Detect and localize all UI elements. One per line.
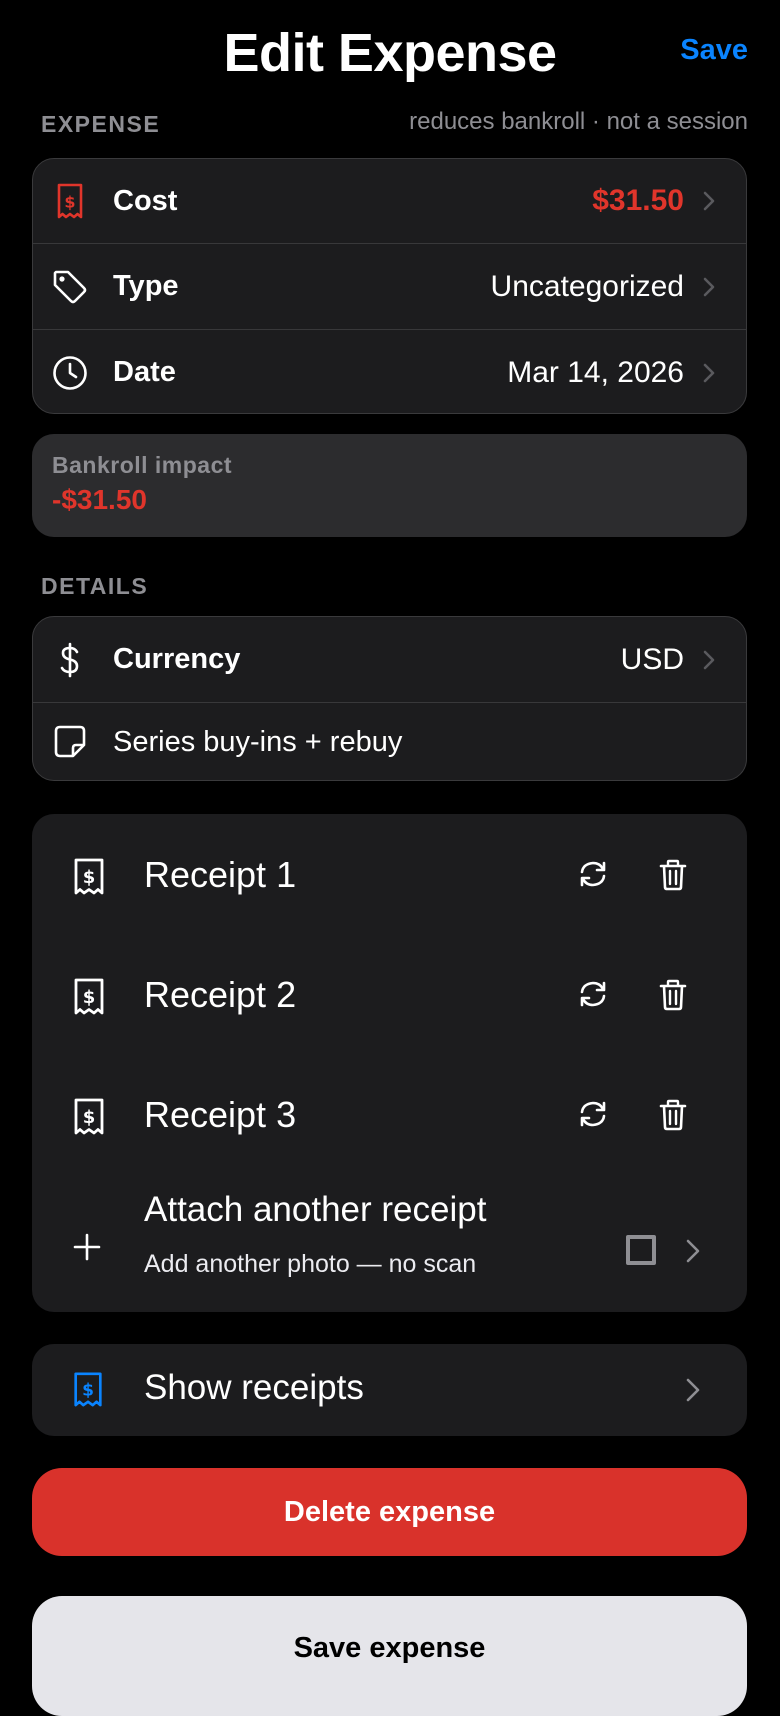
currency-value: USD bbox=[620, 642, 684, 676]
svg-text:$: $ bbox=[64, 193, 75, 212]
receipt-icon: $ bbox=[70, 1096, 108, 1136]
section-label-details: DETAILS bbox=[41, 573, 149, 599]
page-title: Edit Expense bbox=[223, 23, 557, 83]
save-expense-button[interactable]: Save expense bbox=[32, 1596, 747, 1716]
receipt-label: Receipt 2 bbox=[144, 974, 297, 1015]
delete-expense-button[interactable]: Delete expense bbox=[32, 1468, 747, 1556]
note-icon bbox=[51, 723, 89, 761]
nav-save-button[interactable]: Save bbox=[680, 34, 748, 67]
details-card: Currency USD Series buy-ins + rebuy bbox=[32, 616, 747, 781]
type-value: Uncategorized bbox=[490, 269, 684, 303]
replace-receipt-icon[interactable] bbox=[577, 978, 609, 1010]
cost-label: Cost bbox=[113, 184, 178, 217]
trash-icon[interactable] bbox=[658, 978, 688, 1012]
chevron-right-icon bbox=[702, 649, 716, 671]
bankroll-impact-card: Bankroll impact -$31.50 bbox=[32, 434, 747, 537]
cost-value: $31.50 bbox=[592, 184, 684, 217]
attach-receipt-title: Attach another receipt bbox=[144, 1190, 487, 1229]
chevron-right-icon bbox=[702, 276, 716, 298]
svg-text:$: $ bbox=[83, 867, 96, 888]
svg-text:$: $ bbox=[83, 1107, 96, 1128]
chevron-right-icon bbox=[702, 362, 716, 384]
bankroll-impact-label: Bankroll impact bbox=[52, 452, 233, 478]
section-label-expense: EXPENSE bbox=[41, 111, 161, 137]
currency-label: Currency bbox=[113, 643, 241, 675]
svg-text:$: $ bbox=[83, 987, 96, 1008]
currency-row[interactable]: Currency USD bbox=[33, 617, 746, 703]
attach-receipt-row[interactable]: Attach another receipt Add another photo… bbox=[32, 1190, 747, 1312]
expense-card: $ Cost $31.50 Type Uncategorized Date Ma… bbox=[32, 158, 747, 414]
square-icon bbox=[626, 1235, 656, 1265]
replace-receipt-icon[interactable] bbox=[577, 858, 609, 890]
show-receipts-row[interactable]: $ Show receipts bbox=[32, 1344, 747, 1436]
svg-text:$: $ bbox=[82, 1381, 94, 1401]
receipt-icon: $ bbox=[70, 856, 108, 896]
date-label: Date bbox=[113, 356, 176, 388]
plus-icon bbox=[72, 1232, 102, 1262]
note-text: Series buy-ins + rebuy bbox=[113, 725, 403, 758]
trash-icon[interactable] bbox=[658, 1098, 688, 1132]
receipt-row[interactable]: $ Receipt 3 bbox=[32, 1054, 747, 1174]
bankroll-impact-value: -$31.50 bbox=[52, 484, 147, 515]
section-note-expense: reduces bankroll · not a session bbox=[409, 108, 748, 135]
receipt-icon: $ bbox=[70, 976, 108, 1016]
receipt-label: Receipt 1 bbox=[144, 854, 297, 895]
date-row[interactable]: Date Mar 14, 2026 bbox=[33, 330, 746, 413]
dollar-sign-icon bbox=[51, 641, 89, 679]
type-label: Type bbox=[113, 270, 179, 302]
trash-icon[interactable] bbox=[658, 858, 688, 892]
receipt-row[interactable]: $ Receipt 1 bbox=[32, 814, 747, 934]
chevron-right-icon bbox=[685, 1238, 701, 1264]
receipt-label: Receipt 3 bbox=[144, 1094, 297, 1135]
clock-icon bbox=[51, 354, 89, 392]
attach-receipt-subtitle: Add another photo — no scan bbox=[144, 1250, 477, 1278]
note-row[interactable]: Series buy-ins + rebuy bbox=[33, 703, 746, 780]
chevron-right-icon bbox=[685, 1377, 701, 1403]
tag-icon bbox=[51, 268, 89, 306]
type-row[interactable]: Type Uncategorized bbox=[33, 244, 746, 330]
date-value: Mar 14, 2026 bbox=[507, 355, 684, 389]
replace-receipt-icon[interactable] bbox=[577, 1098, 609, 1130]
chevron-right-icon bbox=[702, 190, 716, 212]
receipts-card: $ Receipt 1 $ Receipt 2 $ Receipt 3 Atta… bbox=[32, 814, 747, 1312]
receipt-row[interactable]: $ Receipt 2 bbox=[32, 934, 747, 1054]
show-receipts-label: Show receipts bbox=[144, 1368, 364, 1407]
receipt-icon: $ bbox=[51, 182, 89, 220]
cost-row[interactable]: $ Cost $31.50 bbox=[33, 159, 746, 244]
receipt-icon: $ bbox=[70, 1370, 106, 1408]
